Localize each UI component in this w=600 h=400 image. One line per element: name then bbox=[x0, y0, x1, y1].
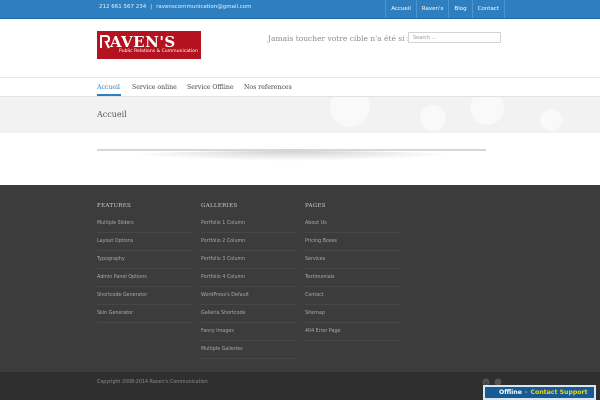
decorative-bokeh bbox=[540, 109, 562, 131]
support-label: Contact Support bbox=[530, 389, 588, 396]
footer-link[interactable]: Pricing Boxes bbox=[305, 233, 401, 251]
topnav-accueil[interactable]: Accueil bbox=[385, 0, 416, 18]
decorative-bokeh bbox=[330, 97, 370, 127]
contact-support-button[interactable]: Offline - Contact Support bbox=[483, 385, 596, 400]
logo-subtext: Public Relations & Communication bbox=[119, 49, 198, 54]
footer-link[interactable]: Contact bbox=[305, 287, 401, 305]
site-header: AVEN'S Public Relations & Communication … bbox=[0, 19, 600, 78]
topnav-ravens[interactable]: Raven's bbox=[415, 0, 449, 18]
footer-link[interactable]: WordPress's Default bbox=[201, 287, 297, 305]
mainnav-service-offline[interactable]: Service Offline bbox=[187, 84, 234, 91]
footer-link[interactable]: Fancy Images bbox=[201, 323, 297, 341]
footer-link[interactable]: Galleria Shortcode bbox=[201, 305, 297, 323]
footer-link[interactable]: Portfolio 3 Column bbox=[201, 251, 297, 269]
contact-info: 212 661 567 234 | ravenscommunication@gmai… bbox=[99, 4, 252, 10]
footer-link[interactable]: Multiple Sliders bbox=[97, 215, 193, 233]
support-status: Offline bbox=[499, 389, 522, 396]
footer-column-features: FEATURES Multiple Sliders Layout Options… bbox=[97, 203, 193, 323]
footer-link[interactable]: Sitemap bbox=[305, 305, 401, 323]
footer-link[interactable]: Typography bbox=[97, 251, 193, 269]
footer-column-galleries: GALLERIES Portfolio 1 Column Portfolio 2… bbox=[201, 203, 297, 359]
footer-link[interactable]: Services bbox=[305, 251, 401, 269]
top-bar: 212 661 567 234 | ravenscommunication@gmai… bbox=[0, 0, 600, 19]
mainnav-nos-references[interactable]: Nos references bbox=[244, 84, 292, 91]
footer-heading: GALLERIES bbox=[201, 203, 238, 209]
decorative-bokeh bbox=[470, 97, 504, 125]
page-title-bar: Accueil bbox=[0, 96, 600, 134]
footer-link[interactable]: Portfolio 1 Column bbox=[201, 215, 297, 233]
topnav-contact[interactable]: Contact bbox=[471, 0, 505, 18]
content-divider bbox=[97, 149, 486, 163]
site-tagline: Jamais toucher votre cible n'a été si fa… bbox=[268, 34, 428, 43]
footer-link[interactable]: Portfolio 2 Column bbox=[201, 233, 297, 251]
search-input[interactable]: Search ... bbox=[408, 32, 501, 43]
mainnav-service-online[interactable]: Service online bbox=[132, 84, 177, 91]
footer-link[interactable]: Admin Panel Options bbox=[97, 269, 193, 287]
top-nav: Accueil Raven's Blog Contact bbox=[385, 0, 505, 18]
footer-column-pages: PAGES About Us Pricing Boxes Services Te… bbox=[305, 203, 401, 341]
footer-link[interactable]: Multiple Galleries bbox=[201, 341, 297, 359]
site-footer: FEATURES Multiple Sliders Layout Options… bbox=[0, 185, 600, 372]
footer-link[interactable]: About Us bbox=[305, 215, 401, 233]
footer-heading: FEATURES bbox=[97, 203, 132, 209]
main-nav: Accueil Service online Service Offline N… bbox=[0, 78, 600, 96]
mainnav-accueil[interactable]: Accueil bbox=[97, 84, 120, 91]
page-title: Accueil bbox=[97, 110, 127, 119]
logo-r-icon bbox=[100, 35, 110, 49]
footer-heading: PAGES bbox=[305, 203, 326, 209]
decorative-bokeh bbox=[420, 105, 446, 131]
email-address[interactable]: ravenscommunication@gmail.com bbox=[156, 4, 251, 10]
footer-link[interactable]: Layout Options bbox=[97, 233, 193, 251]
footer-link[interactable]: Shortcode Generator bbox=[97, 287, 193, 305]
phone-number: 212 661 567 234 bbox=[99, 4, 147, 10]
footer-link[interactable]: Testimonials bbox=[305, 269, 401, 287]
copyright-text: Copyright 2008-2014 Raven's Communicatio… bbox=[97, 380, 208, 385]
footer-link[interactable]: Portfolio 4 Column bbox=[201, 269, 297, 287]
footer-link[interactable]: Skin Generator bbox=[97, 305, 193, 323]
topnav-blog[interactable]: Blog bbox=[448, 0, 471, 18]
footer-link[interactable]: 404 Error Page bbox=[305, 323, 401, 341]
content-area bbox=[0, 133, 600, 185]
site-logo[interactable]: AVEN'S Public Relations & Communication bbox=[97, 31, 201, 59]
